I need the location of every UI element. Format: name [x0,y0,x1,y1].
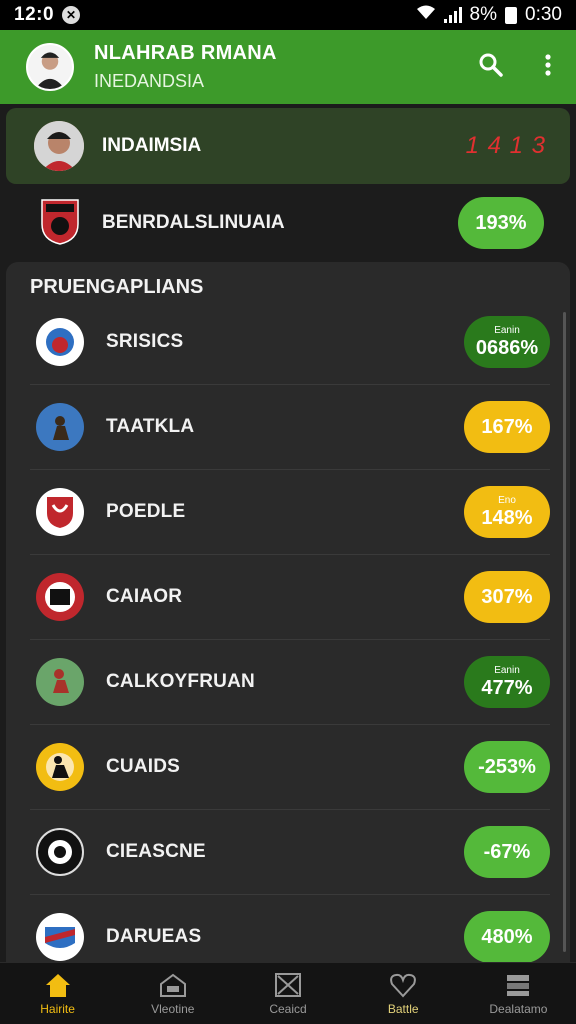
team-name: BENRDALSLINUAIA [102,212,285,233]
wifi-icon [416,4,436,26]
list-item-label: CIEASCNE [106,841,206,862]
badge-caption: Eno [498,495,516,506]
app-bar: NLAHRAB RMANA INEDANDSIA [0,30,576,104]
nav-gallery[interactable]: Ceaicd [230,963,345,1024]
rankings-panel: PRUENGAPLIANS SRISICS Eanin 0686% TAATKLA… [6,262,570,962]
list-item[interactable]: CAIAOR 307% [30,555,550,640]
runner-icon [36,658,84,706]
badge-caption: Eanin [494,325,520,336]
badge-value: 307% [481,586,533,608]
scrollbar[interactable] [563,312,566,952]
app-subtitle: INEDANDSIA [94,71,205,91]
team-row[interactable]: BENRDALSLINUAIA 193% [6,188,570,258]
nav-label: Ceaicd [269,1001,307,1016]
list-item[interactable]: POEDLE Eno 148% [30,470,550,555]
nav-home[interactable]: Hairite [0,963,115,1024]
nav-database[interactable]: Dealatamo [461,963,576,1024]
list-item-label: POEDLE [106,501,186,522]
team-percent: 193% [475,212,527,234]
list-item-label: TAATKLA [106,416,195,437]
nav-label: Battle [387,1001,419,1016]
list-item[interactable]: CALKOYFRUAN Eanin 477% [30,640,550,725]
bottom-navigation: Hairite Vleotine Ceaicd Battle Dealatamo [0,962,576,1024]
list-item-label: DARUEAS [106,926,202,947]
status-time: 12:0 [14,4,55,25]
search-icon[interactable] [478,52,504,83]
badge-value: 480% [481,926,533,948]
heart-icon [390,973,417,997]
ball-icon [36,828,84,876]
battery-icon [505,6,518,24]
badge-value: -253% [478,756,536,778]
image-icon [275,972,301,997]
flag-icon [36,913,84,961]
featured-player-card[interactable]: INDAIMSIA 1 4 1 3 [6,108,570,184]
percent-badge: 307% [464,571,550,623]
percent-badge: 167% [464,401,550,453]
badge-value: 148% [481,507,533,529]
list-item-label: CUAIDS [106,756,181,777]
badge-value: 477% [481,677,533,699]
crest-icon [36,573,84,621]
team-shield-icon [40,196,80,251]
nav-battle[interactable]: Battle [346,963,461,1024]
badge-caption: Eanin [494,665,520,676]
featured-score: 1 4 1 3 [465,132,546,159]
nav-store[interactable]: Vleotine [115,963,230,1024]
battery-percent: 8% [469,4,498,25]
badge-value: -67% [483,841,531,863]
badge-value: 0686% [475,337,539,359]
app-title: NLAHRAB RMANA [94,42,277,64]
panel-heading: PRUENGAPLIANS [30,276,204,298]
status-right: 8% 0:30 [416,4,562,26]
list-item-label: CAIAOR [106,586,183,607]
kicker-icon [36,743,84,791]
app-screen: 12:0 ✕ 8% 0:30 NLAHRAB RMANA INEDANDSIA [0,0,576,1024]
list-item[interactable]: SRISICS Eanin 0686% [30,300,550,385]
status-bar: 12:0 ✕ 8% 0:30 [0,0,576,30]
notification-icon: ✕ [62,6,81,24]
player-avatar [34,121,84,171]
home-icon [45,973,70,997]
team-percent-badge: 193% [458,197,544,249]
list-item-label: SRISICS [106,331,184,352]
player-action-icon [36,403,84,451]
percent-badge: Eno 148% [464,486,550,538]
helmet-icon [36,318,84,366]
shield-icon [36,488,84,536]
percent-badge: -253% [464,741,550,793]
nav-label: Hairite [40,1001,75,1016]
stack-icon [507,974,530,996]
percent-badge: Eanin 477% [464,656,550,708]
nav-label: Dealatamo [489,1001,548,1016]
percent-badge: -67% [464,826,550,878]
list-item[interactable]: DARUEAS 480% [30,895,550,962]
more-options-icon[interactable] [544,53,552,82]
appbar-actions [478,52,560,83]
nav-label: Vleotine [151,1001,195,1016]
store-icon [159,973,186,997]
percent-badge: 480% [464,911,550,962]
list-item-label: CALKOYFRUAN [106,671,255,692]
percent-badge: Eanin 0686% [464,316,550,368]
list-item[interactable]: CIEASCNE -67% [30,810,550,895]
profile-avatar[interactable] [26,43,74,91]
badge-value: 167% [481,416,533,438]
app-titles: NLAHRAB RMANA INEDANDSIA [94,42,277,92]
status-clock: 0:30 [525,4,562,25]
list-item[interactable]: TAATKLA 167% [30,385,550,470]
list-item[interactable]: CUAIDS -253% [30,725,550,810]
featured-player-name: INDAIMSIA [102,135,202,156]
signal-icon [443,7,462,23]
